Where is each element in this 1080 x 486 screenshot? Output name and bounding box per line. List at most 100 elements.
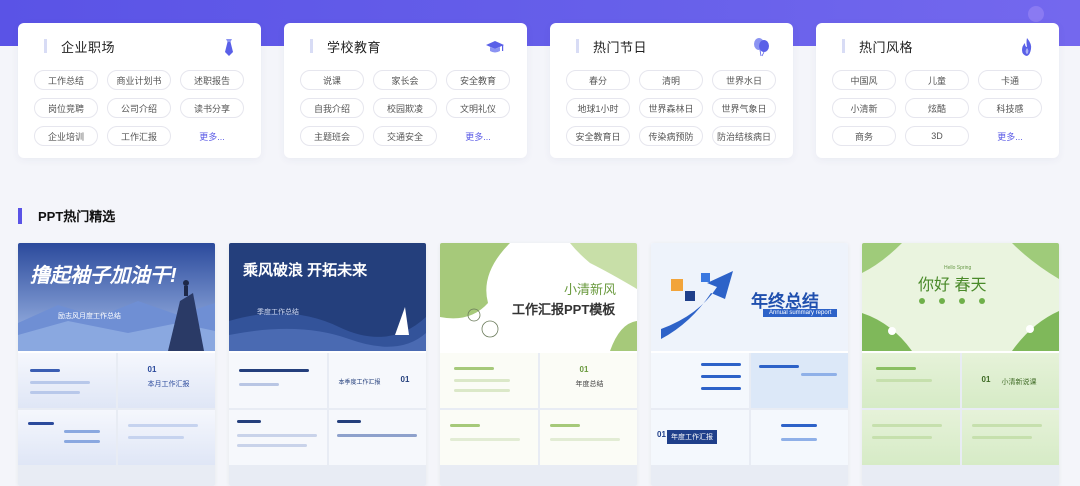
- template-card[interactable]: 你好 春天 Hello Spring 01 小清新说课: [862, 243, 1059, 486]
- balloons-icon: [754, 38, 769, 57]
- slide-preview: [961, 410, 1059, 465]
- flame-icon: [1022, 38, 1032, 56]
- template-heading: 乘风破浪 开拓未来: [243, 262, 368, 279]
- tag-item[interactable]: 安全教育日: [566, 126, 630, 146]
- slide-number: 01: [657, 430, 666, 439]
- template-cover: [862, 243, 1059, 351]
- card-accent-bar: [842, 39, 845, 53]
- tag-item[interactable]: 家长会: [373, 70, 437, 90]
- card-title[interactable]: 学校教育: [327, 37, 381, 56]
- tag-item[interactable]: 商务: [832, 126, 896, 146]
- slide-preview: [18, 353, 116, 408]
- section-header: PPT热门精选: [18, 206, 115, 225]
- tag-item[interactable]: 自我介绍: [300, 98, 364, 118]
- slide-title: 本季度工作汇报: [338, 380, 381, 386]
- tag-item[interactable]: 春分: [566, 70, 630, 90]
- tag-item[interactable]: 传染病预防: [639, 126, 703, 146]
- template-card[interactable]: 小清新风 工作汇报PPT模板 01 年度总结: [440, 243, 637, 486]
- slide-preview: 01 小清新说课: [961, 353, 1059, 408]
- template-subtitle: 季度工作总结: [257, 309, 299, 316]
- tag-list: 说课 家长会 安全教育 自我介绍 校园欺凌 文明礼仪 主题班会 交通安全 更多.…: [300, 70, 511, 146]
- slide-previews: 年度工作汇报 01: [651, 353, 848, 486]
- card-accent-bar: [310, 39, 313, 53]
- tag-item[interactable]: 地球1小时: [566, 98, 630, 118]
- slide-preview: 01 本月工作汇报: [117, 353, 215, 408]
- tag-item[interactable]: 校园欺凌: [373, 98, 437, 118]
- tag-item[interactable]: 世界水日: [712, 70, 776, 90]
- tag-item[interactable]: 炫酷: [905, 98, 969, 118]
- slide-preview: [750, 353, 848, 408]
- slide-preview: [539, 410, 637, 465]
- tag-item[interactable]: 企业培训: [34, 126, 98, 146]
- slide-preview: [328, 410, 426, 465]
- slide-number: 01: [147, 365, 157, 374]
- slide-number: 01: [981, 375, 991, 384]
- template-heading: 撸起袖子加油干!: [30, 265, 177, 287]
- tag-item[interactable]: 岗位竞聘: [34, 98, 98, 118]
- slide-preview: [440, 410, 538, 465]
- graduation-cap-icon: [486, 41, 504, 53]
- slide-preview: [750, 410, 848, 465]
- slide-number: 01: [400, 375, 410, 384]
- tag-item[interactable]: 科技感: [978, 98, 1042, 118]
- slide-preview: 01 年度总结: [539, 353, 637, 408]
- tag-item[interactable]: 清明: [639, 70, 703, 90]
- slide-title: 小清新说课: [1001, 379, 1037, 386]
- card-accent-bar: [576, 39, 579, 53]
- card-accent-bar: [44, 39, 47, 53]
- slide-previews: 01 小清新说课: [862, 353, 1059, 486]
- more-link[interactable]: 更多...: [978, 126, 1042, 146]
- slide-preview: [440, 353, 538, 408]
- slide-previews: 01 本月工作汇报: [18, 353, 215, 486]
- tag-item[interactable]: 交通安全: [373, 126, 437, 146]
- slide-preview: [862, 410, 960, 465]
- template-subtitle: Hello Spring: [944, 265, 972, 271]
- tag-item[interactable]: 中国风: [832, 70, 896, 90]
- template-card[interactable]: 乘风破浪 开拓未来 季度工作总结 本季度工作汇报 01: [229, 243, 426, 486]
- tag-item[interactable]: 工作总结: [34, 70, 98, 90]
- tag-item[interactable]: 读书分享: [180, 98, 244, 118]
- category-cards: 企业职场 工作总结 商业计划书 述职报告 岗位竞聘 公司介绍 读书分享 企业培训…: [18, 23, 1059, 158]
- card-title[interactable]: 企业职场: [61, 37, 115, 56]
- tag-item[interactable]: 文明礼仪: [446, 98, 510, 118]
- slide-previews: 01 年度总结: [440, 353, 637, 486]
- slide-preview: 年度工作汇报 01: [651, 410, 749, 465]
- more-link[interactable]: 更多...: [446, 126, 510, 146]
- tag-item[interactable]: 主题班会: [300, 126, 364, 146]
- tag-item[interactable]: 小清新: [832, 98, 896, 118]
- category-card-style: 热门风格 中国风 儿童 卡通 小清新 炫酷 科技感 商务 3D 更多...: [816, 23, 1059, 158]
- tag-item[interactable]: 公司介绍: [107, 98, 171, 118]
- tag-item[interactable]: 说课: [300, 70, 364, 90]
- tag-item[interactable]: 述职报告: [180, 70, 244, 90]
- slide-preview: [229, 410, 327, 465]
- tag-item[interactable]: 3D: [905, 126, 969, 146]
- card-title[interactable]: 热门节日: [593, 37, 647, 56]
- more-link[interactable]: 更多...: [180, 126, 244, 146]
- slide-preview: [651, 353, 749, 408]
- slide-preview: 本季度工作汇报 01: [328, 353, 426, 408]
- tag-item[interactable]: 防治结核病日: [712, 126, 776, 146]
- tag-item[interactable]: 商业计划书: [107, 70, 171, 90]
- tag-item[interactable]: 世界森林日: [639, 98, 703, 118]
- template-card[interactable]: 撸起袖子加油干! 励志风月度工作总结 01 本月工作汇报: [18, 243, 215, 486]
- tag-item[interactable]: 世界气象日: [712, 98, 776, 118]
- tag-item[interactable]: 儿童: [905, 70, 969, 90]
- template-heading: 小清新风: [564, 282, 617, 297]
- category-card-enterprise: 企业职场 工作总结 商业计划书 述职报告 岗位竞聘 公司介绍 读书分享 企业培训…: [18, 23, 261, 158]
- slide-title: 本月工作汇报: [147, 381, 190, 388]
- tag-item[interactable]: 安全教育: [446, 70, 510, 90]
- template-subtitle: 励志风月度工作总结: [58, 313, 121, 320]
- tag-list: 工作总结 商业计划书 述职报告 岗位竞聘 公司介绍 读书分享 企业培训 工作汇报…: [34, 70, 245, 146]
- section-accent-bar: [18, 207, 22, 224]
- decor-blob: [1028, 6, 1044, 22]
- slide-previews: 本季度工作汇报 01: [229, 353, 426, 486]
- template-subtitle: Annual summary report: [763, 309, 838, 317]
- template-grid: 撸起袖子加油干! 励志风月度工作总结 01 本月工作汇报 乘风破浪 开拓未来 季…: [18, 243, 1059, 486]
- tag-list: 中国风 儿童 卡通 小清新 炫酷 科技感 商务 3D 更多...: [832, 70, 1043, 146]
- card-title[interactable]: 热门风格: [859, 37, 913, 56]
- slide-title: 年度总结: [575, 381, 604, 388]
- tag-item[interactable]: 工作汇报: [107, 126, 171, 146]
- template-card[interactable]: 年终总结 Annual summary report 年度工作汇报 01: [651, 243, 848, 486]
- template-heading: 你好 春天: [918, 277, 987, 294]
- tag-item[interactable]: 卡通: [978, 70, 1042, 90]
